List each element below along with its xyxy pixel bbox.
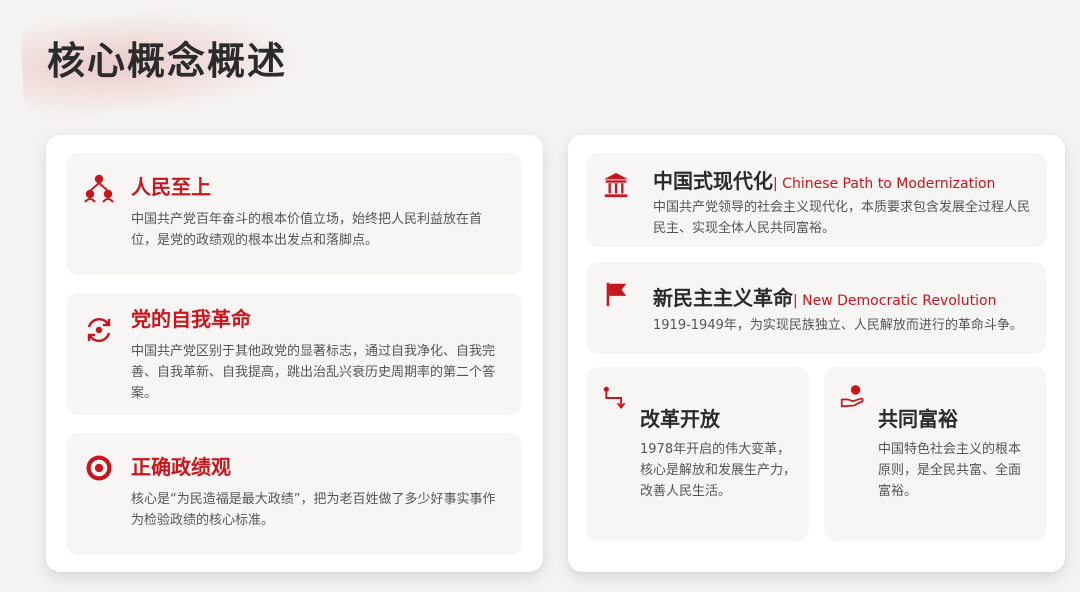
route-icon (603, 386, 626, 410)
card-title: 党的自我革命 (131, 307, 251, 331)
people-network-icon (84, 174, 114, 203)
hand-coin-icon (840, 385, 864, 408)
card-title: 新民主主义革命| New Democratic Revolution (653, 285, 996, 314)
card-description: 中国特色社会主义的根本原则，是全民共富、全面富裕。 (878, 442, 1022, 499)
card-title: 改革开放 (640, 407, 720, 431)
card-title-cn: 中国式现代化 (653, 169, 773, 193)
card-title: 共同富裕 (878, 407, 958, 431)
card-modernization: 中国式现代化| Chinese Path to Modernization 中国… (586, 153, 1047, 247)
card-description: 1919-1949年，为实现民族独立、人民解放而进行的革命斗争。 (653, 318, 1023, 333)
card-reform-opening: 改革开放 1978年开启的伟大变革，核心是解放和发展生产力，改善人民生活。 (586, 367, 809, 541)
left-panel: 人民至上 中国共产党百年奋斗的根本价值立场，始终把人民利益放在首位，是党的政绩观… (46, 135, 543, 572)
card-description: 中国共产党区别于其他政党的显著标志，通过自我净化、自我完善、自我革新、自我提高，… (131, 344, 496, 401)
right-panel: 中国式现代化| Chinese Path to Modernization 中国… (568, 135, 1065, 572)
pavilion-icon (603, 172, 629, 198)
card-description: 中国共产党百年奋斗的根本价值立场，始终把人民利益放在首位，是党的政绩观的根本出发… (131, 212, 483, 248)
card-title-en: | Chinese Path to Modernization (773, 176, 996, 192)
card-title: 中国式现代化| Chinese Path to Modernization (653, 168, 995, 197)
card-description: 中国共产党领导的社会主义现代化，本质要求包含发展全过程人民民主、实现全体人民共同… (653, 200, 1031, 236)
refresh-cycle-icon (87, 317, 111, 343)
card-people-first: 人民至上 中国共产党百年奋斗的根本价值立场，始终把人民利益放在首位，是党的政绩观… (66, 153, 522, 275)
card-correct-view: 正确政绩观 核心是“为民造福是最大政绩”，把为老百姓做了多少好事实事作为检验政绩… (66, 433, 522, 555)
card-self-revolution: 党的自我革命 中国共产党区别于其他政党的显著标志，通过自我净化、自我完善、自我革… (66, 293, 522, 415)
card-description: 1978年开启的伟大变革，核心是解放和发展生产力，改善人民生活。 (640, 442, 797, 499)
card-common-prosperity: 共同富裕 中国特色社会主义的根本原则，是全民共富、全面富裕。 (824, 367, 1047, 541)
card-description: 核心是“为民造福是最大政绩”，把为老百姓做了多少好事实事作为检验政绩的核心标准。 (131, 492, 496, 528)
card-title-en: | New Democratic Revolution (793, 293, 997, 309)
card-title: 人民至上 (131, 175, 211, 199)
page-title: 核心概念概述 (47, 39, 288, 83)
card-new-democratic-revolution: 新民主主义革命| New Democratic Revolution 1919-… (586, 262, 1047, 354)
card-title-cn: 新民主主义革命 (653, 286, 793, 310)
target-icon (86, 455, 112, 481)
card-title: 正确政绩观 (131, 455, 231, 479)
flag-icon (606, 282, 627, 307)
